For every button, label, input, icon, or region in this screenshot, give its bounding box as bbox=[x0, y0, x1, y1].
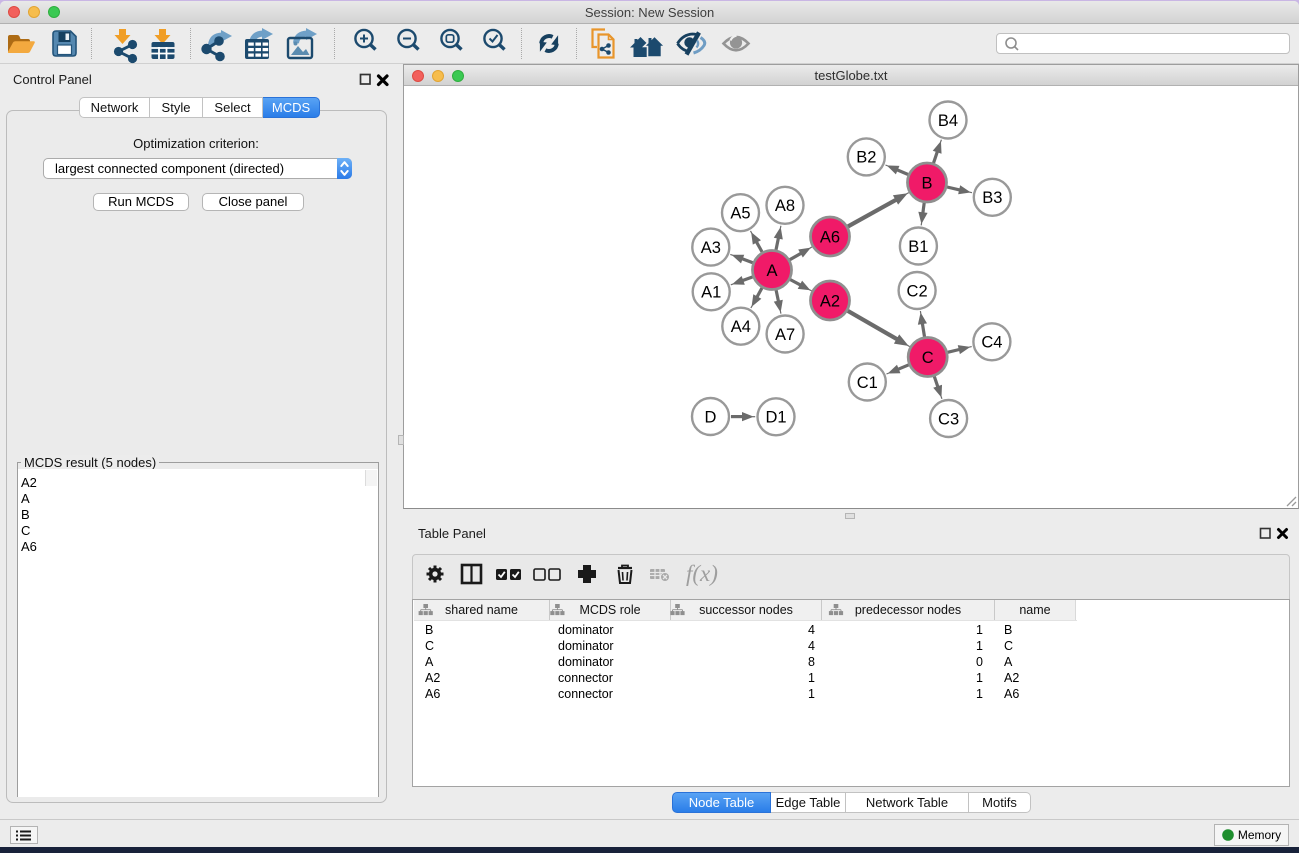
svg-text:B: B bbox=[921, 174, 932, 192]
svg-text:A6: A6 bbox=[820, 228, 840, 246]
svg-text:C2: C2 bbox=[907, 282, 928, 300]
svg-text:D: D bbox=[705, 408, 717, 426]
svg-text:A: A bbox=[766, 262, 777, 280]
svg-text:A1: A1 bbox=[701, 284, 721, 302]
svg-text:f(x): f(x) bbox=[686, 561, 718, 586]
svg-text:A8: A8 bbox=[775, 197, 795, 215]
svg-text:A7: A7 bbox=[775, 326, 795, 344]
svg-text:C1: C1 bbox=[857, 374, 878, 392]
svg-text:D1: D1 bbox=[765, 409, 786, 427]
svg-text:C: C bbox=[922, 349, 934, 367]
svg-text:A3: A3 bbox=[701, 239, 721, 257]
svg-text:A5: A5 bbox=[730, 205, 750, 223]
svg-text:A4: A4 bbox=[731, 318, 751, 336]
svg-text:B4: B4 bbox=[938, 112, 958, 130]
svg-text:C4: C4 bbox=[981, 334, 1002, 352]
svg-text:B2: B2 bbox=[856, 149, 876, 167]
svg-text:C3: C3 bbox=[938, 410, 959, 428]
svg-text:B1: B1 bbox=[908, 238, 928, 256]
svg-text:B3: B3 bbox=[982, 189, 1002, 207]
svg-text:A2: A2 bbox=[820, 292, 840, 310]
